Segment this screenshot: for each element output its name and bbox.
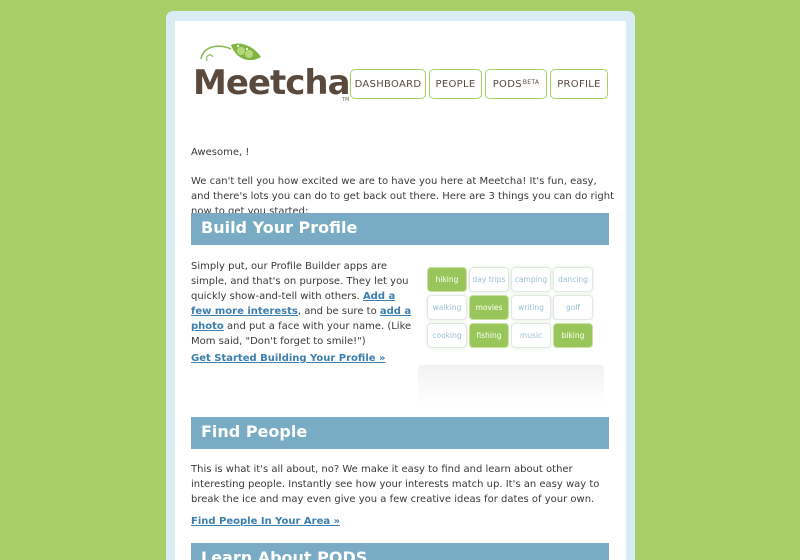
nav-people-label: PEOPLE bbox=[435, 78, 476, 90]
section-header-pods: Learn About PODS bbox=[191, 543, 609, 560]
email-content: Meetcha TM DASHBOARD PEOPLE PODS BETA PRO… bbox=[175, 21, 626, 560]
logo-trademark: TM bbox=[342, 97, 350, 103]
find-people-link[interactable]: Find People In Your Area » bbox=[191, 516, 340, 527]
interest-tile[interactable]: movies bbox=[469, 295, 509, 320]
section-title: Build Your Profile bbox=[201, 218, 358, 237]
interest-tile[interactable]: biking bbox=[553, 323, 593, 348]
nav-pods-label: PODS bbox=[492, 78, 522, 90]
nav-dashboard-button[interactable]: DASHBOARD bbox=[350, 69, 426, 99]
meetcha-logo[interactable]: Meetcha TM bbox=[193, 39, 353, 119]
interest-tile[interactable]: day trips bbox=[469, 267, 509, 292]
section-title: Find People bbox=[201, 422, 308, 441]
interest-tile[interactable]: music bbox=[511, 323, 551, 348]
find-people-paragraph: This is what it's all about, no? We make… bbox=[191, 464, 600, 505]
greeting: Awesome, ! bbox=[191, 147, 250, 158]
section-header-find-people: Find People bbox=[191, 417, 609, 449]
interest-tile[interactable]: walking bbox=[427, 295, 467, 320]
nav-pods-button[interactable]: PODS BETA bbox=[485, 69, 547, 99]
tiles-reflection bbox=[418, 365, 604, 405]
interest-tiles: hiking day trips camping dancing walking… bbox=[427, 267, 595, 353]
interest-tile[interactable]: golf bbox=[553, 295, 593, 320]
section-header-build-profile: Build Your Profile bbox=[191, 213, 609, 245]
logo-wordmark: Meetcha bbox=[193, 63, 351, 103]
build-profile-paragraph: Simply put, our Profile Builder apps are… bbox=[191, 259, 413, 349]
interest-tile[interactable]: hiking bbox=[427, 267, 467, 292]
build-profile-text: and put a face with your name. (Like Mom… bbox=[191, 321, 412, 347]
nav-profile-label: PROFILE bbox=[557, 78, 601, 90]
interest-tile[interactable]: fishing bbox=[469, 323, 509, 348]
email-card: Meetcha TM DASHBOARD PEOPLE PODS BETA PRO… bbox=[166, 11, 635, 560]
nav-dashboard-label: DASHBOARD bbox=[354, 78, 422, 90]
nav-profile-button[interactable]: PROFILE bbox=[550, 69, 608, 99]
interest-tile[interactable]: writing bbox=[511, 295, 551, 320]
section-title: Learn About PODS bbox=[201, 548, 368, 560]
beta-badge: BETA bbox=[522, 78, 540, 86]
nav-people-button[interactable]: PEOPLE bbox=[429, 69, 482, 99]
interest-tile[interactable]: camping bbox=[511, 267, 551, 292]
interest-tile[interactable]: dancing bbox=[553, 267, 593, 292]
build-profile-text: , and be sure to bbox=[297, 306, 377, 317]
get-started-profile-link[interactable]: Get Started Building Your Profile » bbox=[191, 353, 385, 364]
interest-tile[interactable]: cooking bbox=[427, 323, 467, 348]
